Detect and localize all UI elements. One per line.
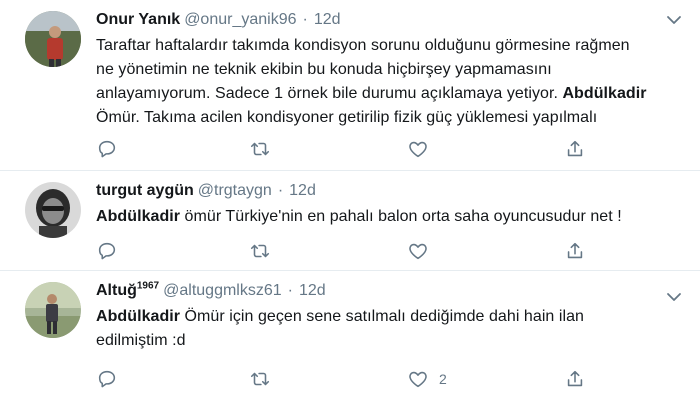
tweet-content: Onur Yanık @onur_yanik96 · 12d Taraftar haf… (96, 8, 680, 130)
tweet-content: turgut aygün @trgtaygn · 12d Abdülkadir ömü… (96, 179, 680, 229)
tweet-header: turgut aygün @trgtaygn · 12d (96, 179, 680, 203)
heart-icon (407, 368, 429, 390)
avatar[interactable] (25, 182, 81, 238)
share-icon (564, 138, 586, 160)
tweet-text-line: anlayamıyorum. Sadece 1 örnek bile durum… (96, 85, 563, 102)
reply-icon (96, 240, 118, 262)
tweet-timestamp[interactable]: 12d (289, 182, 316, 199)
reply-button[interactable] (96, 367, 118, 391)
tweet-text: Abdülkadir Ömür için geçen sene satılmal… (96, 305, 680, 353)
reply-button[interactable] (96, 239, 118, 263)
user-name-superscript: 1967 (136, 280, 160, 292)
reply-button[interactable] (96, 137, 118, 161)
tweet-text-line: Taraftar haftalardır takımda kondisyon s… (96, 37, 630, 54)
mention-bold: Abdülkadir (96, 308, 181, 325)
chevron-down-icon[interactable] (664, 10, 684, 30)
tweet-text-line: ömür Türkiye'nin en pahalı balon orta sa… (180, 208, 622, 225)
chevron-down-icon[interactable] (664, 287, 684, 307)
reply-icon (96, 368, 118, 390)
user-name[interactable]: Onur Yanık (96, 11, 180, 28)
like-count: 2 (439, 371, 447, 387)
tweet-text-line: Ömür için geçen sene satılmalı dediğimde… (180, 308, 584, 325)
tweet-text-line: ne yönetimin ne teknik ekibin bu konuda … (96, 61, 552, 78)
heart-icon (407, 240, 429, 262)
tweet-actions (96, 137, 596, 161)
retweet-icon (248, 240, 272, 262)
share-button[interactable] (564, 239, 586, 263)
like-button[interactable]: 2 (407, 367, 447, 391)
separator-dot: · (287, 282, 293, 299)
user-handle[interactable]: @onur_yanik96 (184, 11, 296, 28)
share-button[interactable] (564, 367, 586, 391)
separator-dot: · (302, 11, 308, 28)
tweet-actions (96, 239, 596, 263)
tweet-header: Onur Yanık @onur_yanik96 · 12d (96, 8, 680, 32)
tweet[interactable]: Altuğ1967 @altuggmlksz61 · 12d Abdülkadir Ö… (0, 271, 700, 403)
retweet-button[interactable] (248, 239, 272, 263)
retweet-button[interactable] (248, 137, 272, 161)
mention-bold: Abdülkadir (96, 208, 181, 225)
tweet[interactable]: turgut aygün @trgtaygn · 12d Abdülkadir ömü… (0, 171, 700, 271)
user-handle[interactable]: @altuggmlksz61 (163, 282, 282, 299)
reply-icon (96, 138, 118, 160)
tweet-timestamp[interactable]: 12d (314, 11, 341, 28)
tweet-text: Taraftar haftalardır takımda kondisyon s… (96, 34, 680, 130)
like-button[interactable] (407, 239, 439, 263)
retweet-icon (248, 368, 272, 390)
heart-icon (407, 138, 429, 160)
mention-bold: Abdülkadir (562, 85, 647, 102)
user-name[interactable]: turgut aygün (96, 182, 194, 199)
share-icon (564, 240, 586, 262)
avatar[interactable] (25, 11, 81, 67)
tweet-feed: Onur Yanık @onur_yanik96 · 12d Taraftar haf… (0, 0, 700, 403)
tweet-content: Altuğ1967 @altuggmlksz61 · 12d Abdülkadir Ö… (96, 279, 680, 353)
tweet-text-line: Ömür. Takıma acilen kondisyoner getirili… (96, 109, 598, 126)
user-handle[interactable]: @trgtaygn (198, 182, 272, 199)
tweet-timestamp[interactable]: 12d (299, 282, 326, 299)
separator-dot: · (277, 182, 284, 199)
like-button[interactable] (407, 137, 439, 161)
tweet-actions: 2 (96, 367, 596, 391)
retweet-icon (248, 138, 272, 160)
tweet-text: Abdülkadir ömür Türkiye'nin en pahalı ba… (96, 205, 680, 229)
share-button[interactable] (564, 137, 586, 161)
tweet-text-line: edilmiştim :d (96, 332, 186, 349)
share-icon (564, 368, 586, 390)
user-name-text: Altuğ (96, 282, 137, 299)
tweet-header: Altuğ1967 @altuggmlksz61 · 12d (96, 279, 680, 303)
tweet[interactable]: Onur Yanık @onur_yanik96 · 12d Taraftar haf… (0, 0, 700, 171)
avatar[interactable] (25, 282, 81, 338)
retweet-button[interactable] (248, 367, 272, 391)
user-name[interactable]: Altuğ1967 (96, 280, 160, 299)
